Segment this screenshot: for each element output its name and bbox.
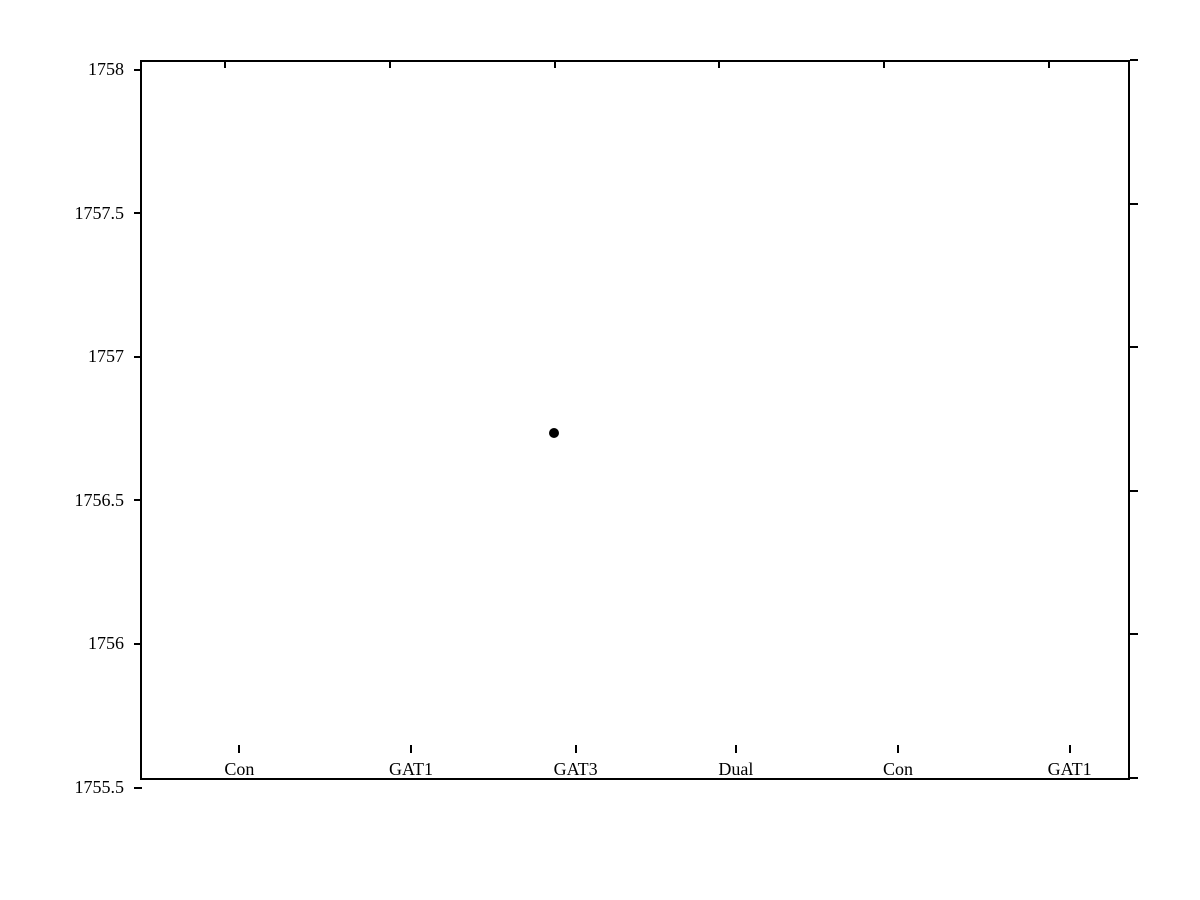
y-tick-right-line <box>1130 490 1138 492</box>
x-tick-top <box>718 60 720 68</box>
x-tick-line <box>735 745 737 753</box>
y-tick-right-line <box>1130 59 1138 61</box>
y-tick-label: 1757 <box>88 346 124 367</box>
y-tick-line <box>134 499 142 501</box>
y-tick-right <box>1130 203 1138 205</box>
x-tick-bottom: GAT1 <box>389 745 433 780</box>
y-tick-left: 1758 <box>88 59 142 80</box>
x-tick-top <box>224 60 226 68</box>
x-tick-label: Con <box>224 759 254 780</box>
x-tick-line <box>410 745 412 753</box>
x-tick-line <box>897 745 899 753</box>
x-tick-label: Con <box>883 759 913 780</box>
y-tick-right-line <box>1130 203 1138 205</box>
chart-wrapper: 1755.5 1756 1756.5 1757 1757.5 1758 Con GAT1 GAT… <box>50 40 1150 860</box>
y-tick-right <box>1130 490 1138 492</box>
y-tick-right-line <box>1130 633 1138 635</box>
y-tick-label: 1757.5 <box>75 203 125 224</box>
x-tick-line <box>238 745 240 753</box>
y-tick-right-line <box>1130 777 1138 779</box>
x-tick-bottom: GAT3 <box>554 745 598 780</box>
x-tick-top-line <box>224 60 226 68</box>
y-tick-right <box>1130 633 1138 635</box>
y-tick-right-line <box>1130 346 1138 348</box>
plot-area: 1755.517561756.517571757.51758ConGAT1GAT… <box>140 60 1130 780</box>
chart-container: 1755.5 1756 1756.5 1757 1757.5 1758 Con GAT1 GAT… <box>0 0 1200 900</box>
x-tick-top-line <box>389 60 391 68</box>
y-tick-label: 1755.5 <box>75 777 125 798</box>
y-tick-left: 1755.5 <box>75 777 143 798</box>
x-tick-top-line <box>883 60 885 68</box>
x-tick-line <box>1069 745 1071 753</box>
x-tick-top-line <box>718 60 720 68</box>
x-tick-bottom: Dual <box>718 745 753 780</box>
x-tick-bottom: Con <box>224 745 254 780</box>
x-tick-label: GAT1 <box>389 759 433 780</box>
y-tick-left: 1756 <box>88 633 142 654</box>
x-tick-top <box>554 60 556 68</box>
y-tick-line <box>134 356 142 358</box>
x-tick-top <box>1048 60 1050 68</box>
y-tick-label: 1758 <box>88 59 124 80</box>
y-tick-left: 1756.5 <box>75 490 143 511</box>
x-tick-top-line <box>554 60 556 68</box>
y-tick-left: 1757 <box>88 346 142 367</box>
y-tick-right <box>1130 777 1138 779</box>
y-tick-label: 1756 <box>88 633 124 654</box>
x-tick-label: GAT3 <box>554 759 598 780</box>
y-tick-line <box>134 69 142 71</box>
y-tick-line <box>134 643 142 645</box>
y-tick-left: 1757.5 <box>75 203 143 224</box>
x-tick-top <box>883 60 885 68</box>
x-tick-bottom: Con <box>883 745 913 780</box>
y-tick-label: 1756.5 <box>75 490 125 511</box>
x-tick-top <box>389 60 391 68</box>
y-tick-right <box>1130 346 1138 348</box>
x-tick-bottom: GAT1 <box>1048 745 1092 780</box>
x-tick-label: Dual <box>718 759 753 780</box>
x-tick-line <box>575 745 577 753</box>
y-tick-line <box>134 212 142 214</box>
y-tick-line <box>134 787 142 789</box>
x-tick-label: GAT1 <box>1048 759 1092 780</box>
data-point <box>549 428 559 438</box>
y-tick-right <box>1130 59 1138 61</box>
x-tick-top-line <box>1048 60 1050 68</box>
